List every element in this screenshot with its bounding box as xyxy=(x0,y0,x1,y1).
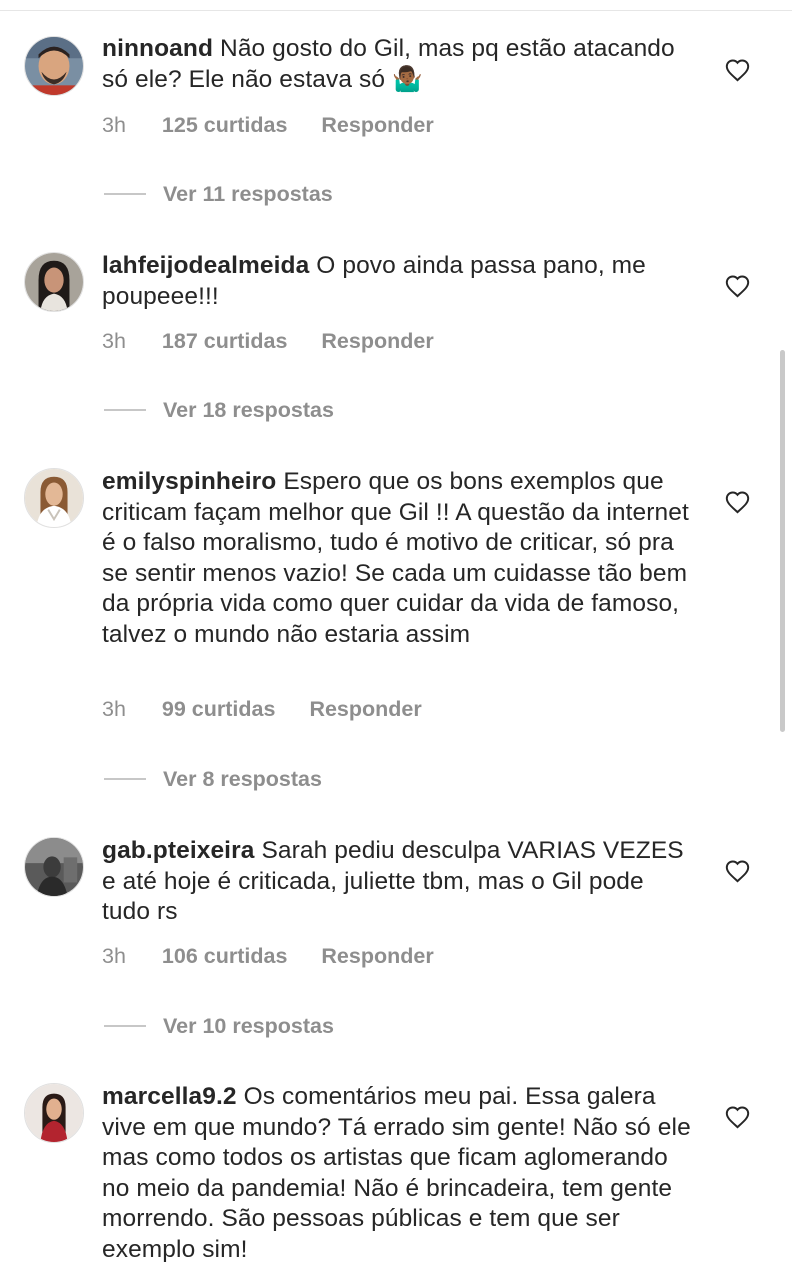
comment-time: 3h xyxy=(102,328,126,353)
comment-meta: 3h 99 curtidas Responder xyxy=(102,694,422,724)
view-replies-label: Ver 18 respostas xyxy=(163,397,334,422)
view-replies-label: Ver 8 respostas xyxy=(163,766,322,791)
view-replies-label: Ver 11 respostas xyxy=(163,181,333,206)
heart-outline-icon[interactable] xyxy=(724,1105,751,1129)
view-replies-label: Ver 10 respostas xyxy=(163,1013,334,1038)
avatar[interactable] xyxy=(24,1083,84,1143)
heart-outline-icon[interactable] xyxy=(724,274,751,298)
avatar[interactable] xyxy=(24,837,84,897)
avatar[interactable] xyxy=(24,36,84,96)
comment-username[interactable]: ninnoand xyxy=(102,35,213,62)
heart-outline-icon[interactable] xyxy=(724,490,751,514)
reply-button[interactable]: Responder xyxy=(321,113,433,138)
view-replies-button[interactable]: Ver 18 respostas xyxy=(104,395,334,425)
comment-meta: 3h 125 curtidas Responder xyxy=(102,110,434,140)
comment-time: 3h xyxy=(102,696,126,721)
top-divider xyxy=(0,10,792,11)
comment-username[interactable]: marcella9.2 xyxy=(102,1083,237,1110)
comment-likes[interactable]: 99 curtidas xyxy=(162,697,276,722)
comment-body: gab.pteixeira Sarah pediu desculpa VARIAS… xyxy=(102,836,692,928)
avatar[interactable] xyxy=(24,468,84,528)
reply-button[interactable]: Responder xyxy=(309,697,421,722)
reply-button[interactable]: Responder xyxy=(321,944,433,969)
heart-outline-icon[interactable] xyxy=(724,859,751,883)
comment-time: 3h xyxy=(102,112,126,137)
comment-username[interactable]: gab.pteixeira xyxy=(102,837,254,864)
view-replies-button[interactable]: Ver 10 respostas xyxy=(104,1011,334,1041)
comment-username[interactable]: lahfeijodealmeida xyxy=(102,252,309,279)
comment-likes[interactable]: 187 curtidas xyxy=(162,329,287,354)
replies-divider-line xyxy=(104,778,146,780)
comment-username[interactable]: emilyspinheiro xyxy=(102,468,276,495)
comment-likes[interactable]: 106 curtidas xyxy=(162,944,287,969)
comment-time: 3h xyxy=(102,943,126,968)
comment-body: emilyspinheiro Espero que os bons exemplo… xyxy=(102,467,692,650)
comment-body: marcella9.2 Os comentários meu pai. Essa … xyxy=(102,1082,692,1265)
replies-divider-line xyxy=(104,409,146,411)
replies-divider-line xyxy=(104,193,146,195)
comment-meta: 3h 187 curtidas Responder xyxy=(102,326,434,356)
comment-likes[interactable]: 125 curtidas xyxy=(162,113,287,138)
view-replies-button[interactable]: Ver 8 respostas xyxy=(104,764,322,794)
reply-button[interactable]: Responder xyxy=(321,329,433,354)
view-replies-button[interactable]: Ver 11 respostas xyxy=(104,179,333,209)
comment-body: lahfeijodealmeida O povo ainda passa pano… xyxy=(102,251,692,312)
comment-meta: 3h 106 curtidas Responder xyxy=(102,941,434,971)
replies-divider-line xyxy=(104,1025,146,1027)
avatar[interactable] xyxy=(24,252,84,312)
heart-outline-icon[interactable] xyxy=(724,58,751,82)
comment-body: ninnoand Não gosto do Gil, mas pq estão a… xyxy=(102,34,692,95)
scrollbar[interactable] xyxy=(780,350,785,732)
